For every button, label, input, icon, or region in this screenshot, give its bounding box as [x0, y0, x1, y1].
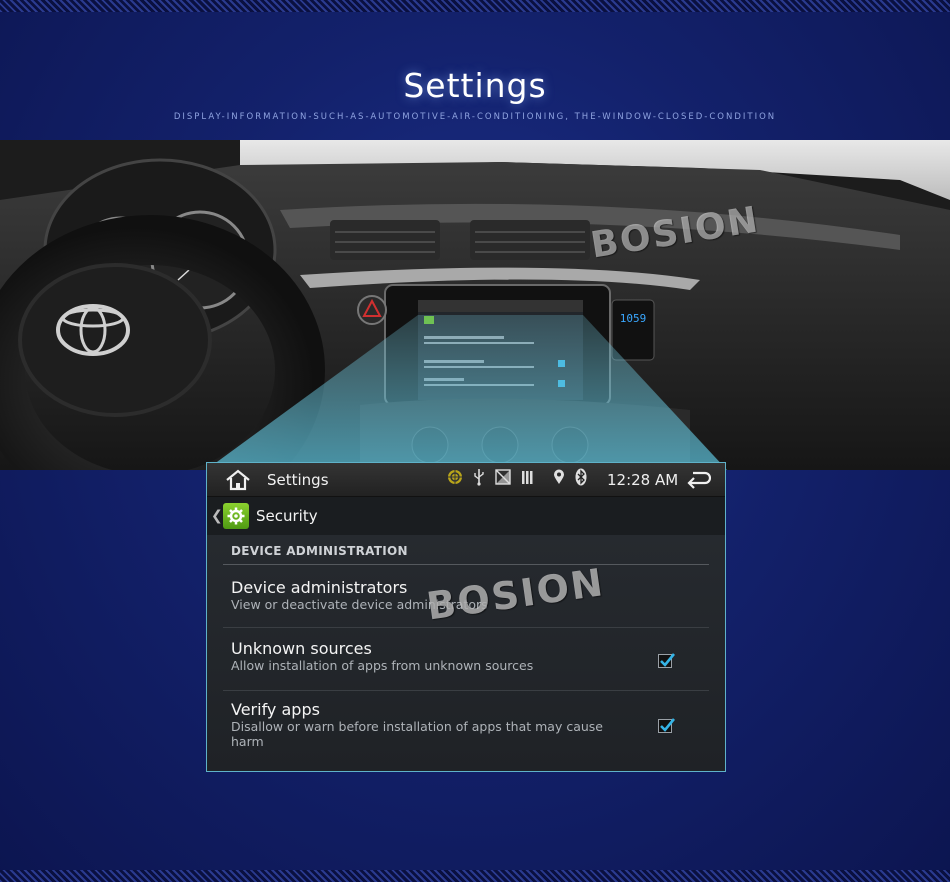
status-time: 12:28 AM: [607, 471, 679, 489]
actionbar-title: Security: [256, 507, 318, 525]
status-icons: [447, 468, 587, 490]
pref-device-administrators[interactable]: Device administrators View or deactivate…: [223, 565, 709, 628]
bottom-decorative-stripe: [0, 870, 950, 882]
statusbar-title: Settings: [267, 470, 329, 489]
settings-gear-icon[interactable]: [223, 503, 249, 529]
car-interior-photo: 1059: [0, 140, 950, 470]
pref-summary: Disallow or warn before installation of …: [231, 719, 603, 749]
banner-subtitle: DISPLAY-INFORMATION-SUCH-AS-AUTOMOTIVE-A…: [173, 112, 777, 122]
clock-display: 1059: [620, 312, 647, 325]
pref-summary: Allow installation of apps from unknown …: [231, 658, 534, 673]
pref-verify-apps[interactable]: Verify apps Disallow or warn before inst…: [223, 691, 709, 769]
status-bar: Settings 12:28 AM: [207, 463, 725, 497]
home-icon[interactable]: [223, 468, 253, 492]
no-signal-icon: [495, 469, 511, 489]
section-header: DEVICE ADMINISTRATION: [231, 544, 408, 558]
pref-title: Verify apps: [231, 700, 320, 719]
pref-title: Unknown sources: [231, 639, 372, 658]
location-icon: [553, 469, 565, 489]
up-chevron-icon[interactable]: ❮: [211, 508, 223, 524]
back-icon[interactable]: [685, 468, 712, 490]
usb-icon: [473, 468, 485, 490]
android-debug-icon: [447, 469, 463, 489]
security-settings-list: DEVICE ADMINISTRATION Device administrat…: [207, 535, 725, 771]
signal-bars-icon: [521, 469, 535, 489]
action-bar: ❮ Security: [207, 497, 725, 535]
top-decorative-stripe: [0, 0, 950, 12]
banner-title: Settings: [403, 66, 547, 105]
bluetooth-icon: [575, 468, 587, 490]
pref-unknown-sources[interactable]: Unknown sources Allow installation of ap…: [223, 628, 709, 691]
pref-title: Device administrators: [231, 578, 408, 597]
pref-summary: View or deactivate device administrators: [231, 597, 488, 612]
head-unit-screen: Settings 12:28 AM ❮ Security DEVICE ADMI…: [206, 462, 726, 772]
unknown-sources-checkbox[interactable]: [658, 653, 676, 668]
verify-apps-checkbox[interactable]: [658, 718, 676, 733]
